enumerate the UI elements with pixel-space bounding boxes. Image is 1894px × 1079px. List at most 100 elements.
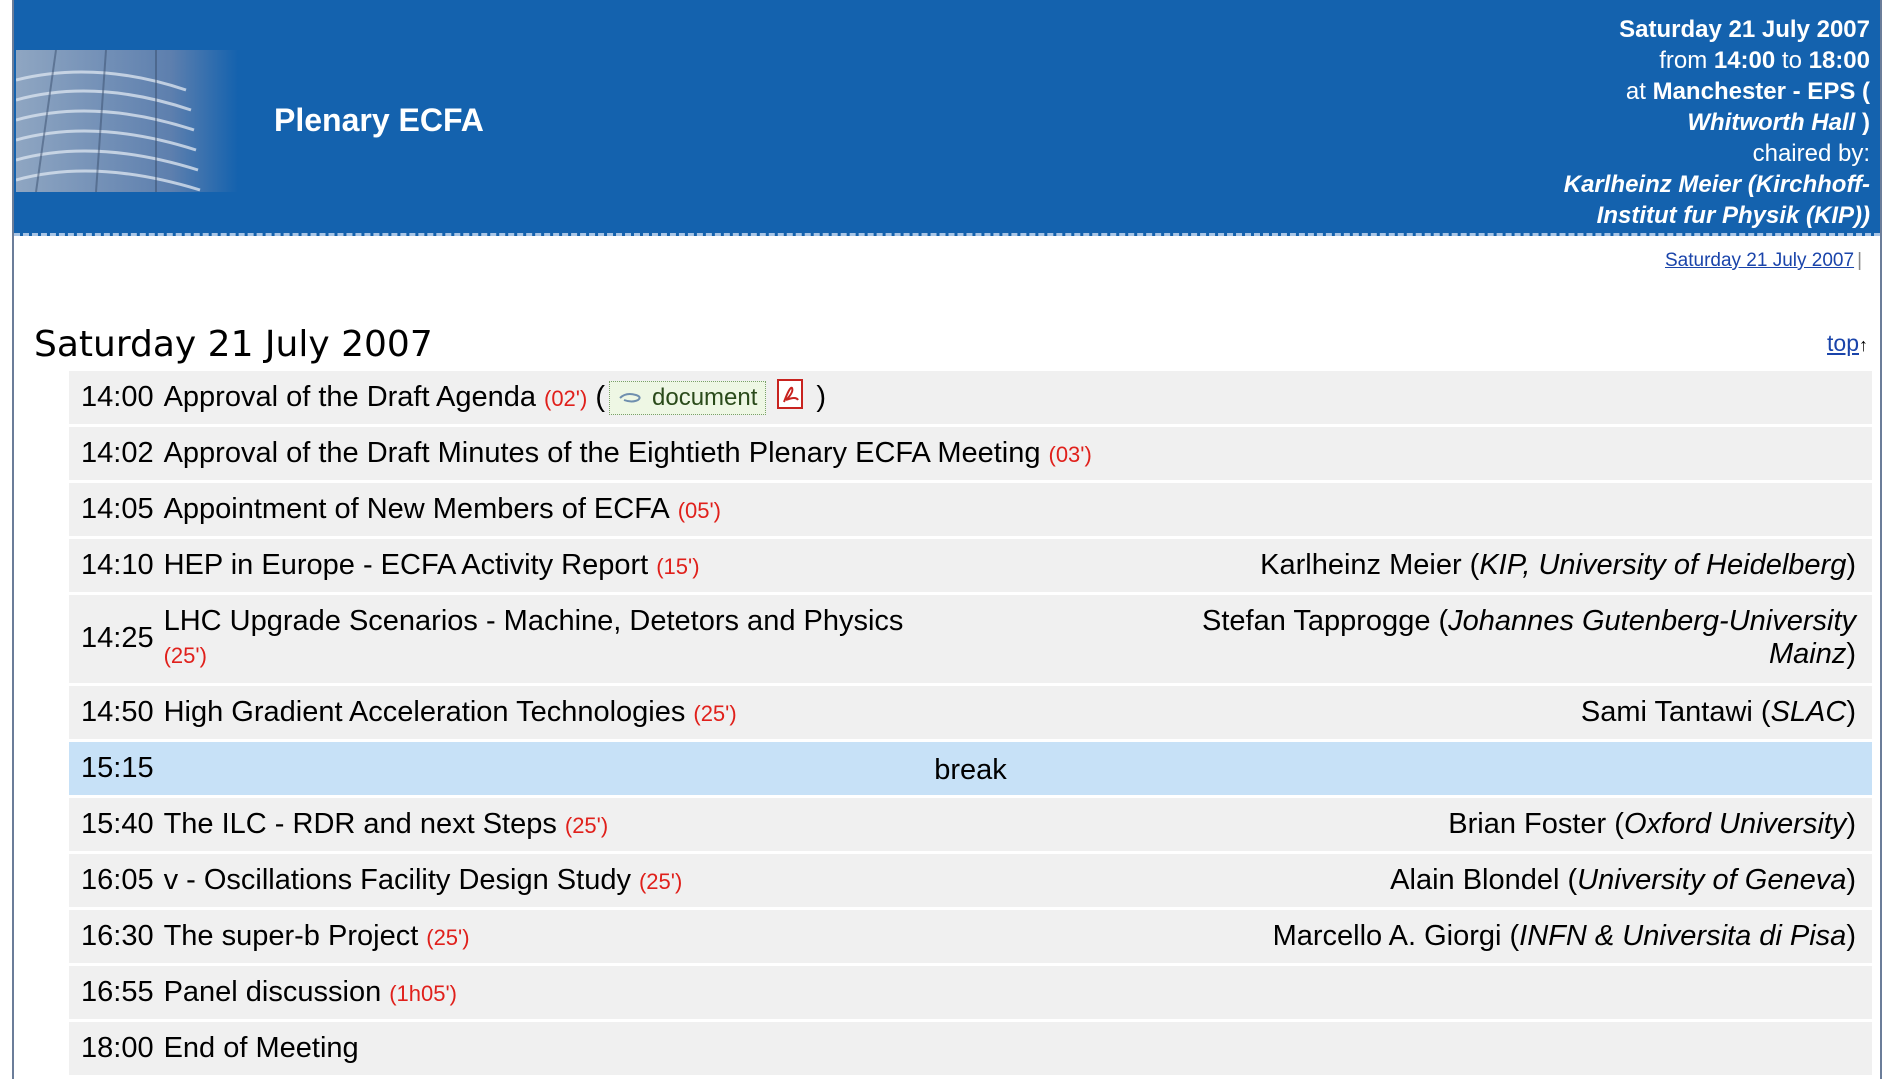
row-title[interactable]: v - Oscillations Facility Design Study xyxy=(164,864,631,896)
row-speaker: Stefan Tapprogge (Johannes Gutenberg-Uni… xyxy=(1202,605,1856,671)
row-title-wrap: Approval of the Draft Minutes of the Eig… xyxy=(164,437,1092,470)
row-left: 16:55 Panel discussion (1h05') xyxy=(81,976,457,1009)
row-duration: (25') xyxy=(426,925,470,950)
top-link[interactable]: top xyxy=(1827,330,1859,356)
speaker-close: ) xyxy=(1846,808,1856,840)
nav-separator: | xyxy=(1857,250,1862,271)
row-time: 15:15 xyxy=(81,752,154,784)
paperclip-icon xyxy=(618,384,644,412)
row-title-wrap: End of Meeting xyxy=(164,1032,359,1065)
speaker-affiliation: KIP, University of Heidelberg xyxy=(1479,549,1847,581)
row-left: 15:40 The ILC - RDR and next Steps (25') xyxy=(81,808,608,841)
day-navigation: Saturday 21 July 2007 | xyxy=(1665,250,1862,272)
row-time: 15:40 xyxy=(81,808,154,840)
event-title: Plenary ECFA xyxy=(274,102,484,138)
row-title-wrap: Panel discussion (1h05') xyxy=(164,976,457,1009)
row-speaker: Brian Foster (Oxford University) xyxy=(1448,808,1856,841)
row-time: 14:25 xyxy=(81,621,154,654)
room-close: ) xyxy=(1855,109,1870,136)
top-link-wrap: top↑ xyxy=(1827,330,1868,357)
row-title[interactable]: Panel discussion xyxy=(164,976,382,1008)
row-time: 14:00 xyxy=(81,381,154,413)
timetable-row: 14:50 High Gradient Acceleration Technolo… xyxy=(69,686,1872,742)
event-info: Saturday 21 July 2007 from 14:00 to 18:0… xyxy=(1270,14,1870,231)
row-title[interactable]: The ILC - RDR and next Steps xyxy=(164,808,557,840)
speaker-close: ) xyxy=(1846,864,1856,896)
open-paren: ( xyxy=(595,381,605,413)
timetable-row: 14:25 LHC Upgrade Scenarios - Machine, De… xyxy=(69,595,1872,686)
speaker-affiliation: SLAC xyxy=(1770,696,1847,728)
row-duration: (05') xyxy=(677,498,722,523)
event-room: Whitworth Hall ) xyxy=(1270,107,1870,138)
speaker-name: Karlheinz Meier ( xyxy=(1260,549,1480,581)
event-date: Saturday 21 July 2007 xyxy=(1619,16,1870,43)
location-name: Manchester - EPS ( xyxy=(1652,78,1870,105)
start-time: 14:00 xyxy=(1713,47,1776,74)
row-title[interactable]: End of Meeting xyxy=(164,1032,359,1064)
row-title[interactable]: Appointment of New Members of ECFA xyxy=(164,493,670,525)
speaker-close: ) xyxy=(1846,638,1856,670)
day-heading: Saturday 21 July 2007 xyxy=(34,324,433,365)
row-title[interactable]: High Gradient Acceleration Technologies xyxy=(164,696,686,728)
event-time: from 14:00 to 18:00 xyxy=(1270,45,1870,76)
event-location: at Manchester - EPS ( xyxy=(1270,76,1870,107)
row-title[interactable]: LHC Upgrade Scenarios - Machine, Detetor… xyxy=(164,605,904,637)
end-time: 18:00 xyxy=(1808,47,1870,74)
row-title-wrap: The ILC - RDR and next Steps (25') xyxy=(164,808,609,841)
pdf-icon[interactable] xyxy=(776,378,806,418)
row-duration: (25') xyxy=(693,701,737,726)
row-left: 18:00 End of Meeting xyxy=(81,1032,359,1065)
row-title[interactable]: Approval of the Draft Minutes of the Eig… xyxy=(164,437,1041,469)
speaker-name: Stefan Tapprogge ( xyxy=(1202,605,1449,637)
row-duration: (15') xyxy=(656,554,700,579)
speaker-affiliation-cont: Mainz xyxy=(1768,638,1847,670)
row-duration: (25') xyxy=(638,869,683,894)
row-left: 14:00 Approval of the Draft Agenda (02') ( d… xyxy=(81,378,826,418)
speaker-close: ) xyxy=(1846,549,1856,581)
row-time: 16:05 xyxy=(81,864,154,896)
timetable-row: 16:55 Panel discussion (1h05') xyxy=(69,966,1872,1022)
timetable-row: 14:02 Approval of the Draft Minutes of th… xyxy=(69,427,1872,483)
row-duration: (25') xyxy=(564,813,609,838)
at-label: at xyxy=(1625,78,1653,105)
timetable-row: 16:30 The super-b Project (25') Marcello A.… xyxy=(69,910,1872,966)
chaired-by-label: chaired by: xyxy=(1752,140,1870,167)
speaker-close: ) xyxy=(1846,920,1856,952)
chair-line1: Karlheinz Meier (Kirchhoff- xyxy=(1563,171,1870,198)
speaker-name: Marcello A. Giorgi ( xyxy=(1272,920,1520,952)
break-label: break xyxy=(934,754,1007,786)
row-speaker: Sami Tantawi (SLAC) xyxy=(1581,696,1856,729)
row-left: 15:15 xyxy=(81,752,164,785)
speaker-affiliation: Johannes Gutenberg-University xyxy=(1448,605,1856,637)
row-speaker: Marcello A. Giorgi (INFN & Universita di… xyxy=(1273,920,1856,953)
document-link[interactable]: document xyxy=(609,380,767,415)
speaker-name: Brian Foster ( xyxy=(1448,808,1624,840)
timetable-row: 15:15 break xyxy=(69,742,1872,798)
row-title[interactable]: HEP in Europe - ECFA Activity Report xyxy=(164,549,649,581)
speaker-name: Sami Tantawi ( xyxy=(1580,696,1771,728)
row-left: 16:30 The super-b Project (25') xyxy=(81,920,470,953)
row-title[interactable]: Approval of the Draft Agenda xyxy=(164,381,536,413)
timetable-row: 16:05 v - Oscillations Facility Design St… xyxy=(69,854,1872,910)
row-left: 14:05 Appointment of New Members of ECFA (… xyxy=(81,493,721,526)
speaker-affiliation: University of Geneva xyxy=(1577,864,1847,896)
timetable-row: 15:40 The ILC - RDR and next Steps (25') Br… xyxy=(69,798,1872,854)
from-label: from xyxy=(1659,47,1714,74)
row-title-wrap: LHC Upgrade Scenarios - Machine, Detetor… xyxy=(164,605,904,671)
row-time: 16:55 xyxy=(81,976,154,1008)
row-time: 18:00 xyxy=(81,1032,154,1064)
day-link[interactable]: Saturday 21 July 2007 xyxy=(1665,250,1854,271)
row-time: 14:05 xyxy=(81,493,154,525)
timetable-row: 14:10 HEP in Europe - ECFA Activity Repor… xyxy=(69,539,1872,595)
row-left: 16:05 v - Oscillations Facility Design St… xyxy=(81,864,682,897)
row-title-wrap: Approval of the Draft Agenda (02') xyxy=(164,381,588,414)
up-arrow-icon: ↑ xyxy=(1859,335,1868,355)
room-name: Whitworth Hall xyxy=(1687,109,1856,136)
material-links: (document) xyxy=(595,378,826,418)
row-title[interactable]: The super-b Project xyxy=(164,920,419,952)
timetable-row: 14:00 Approval of the Draft Agenda (02') ( d… xyxy=(69,371,1872,427)
row-duration: (03') xyxy=(1048,442,1092,467)
document-label: document xyxy=(652,383,758,411)
row-left: 14:10 HEP in Europe - ECFA Activity Repor… xyxy=(81,549,700,582)
timetable: 14:00 Approval of the Draft Agenda (02') ( d… xyxy=(69,371,1872,1078)
